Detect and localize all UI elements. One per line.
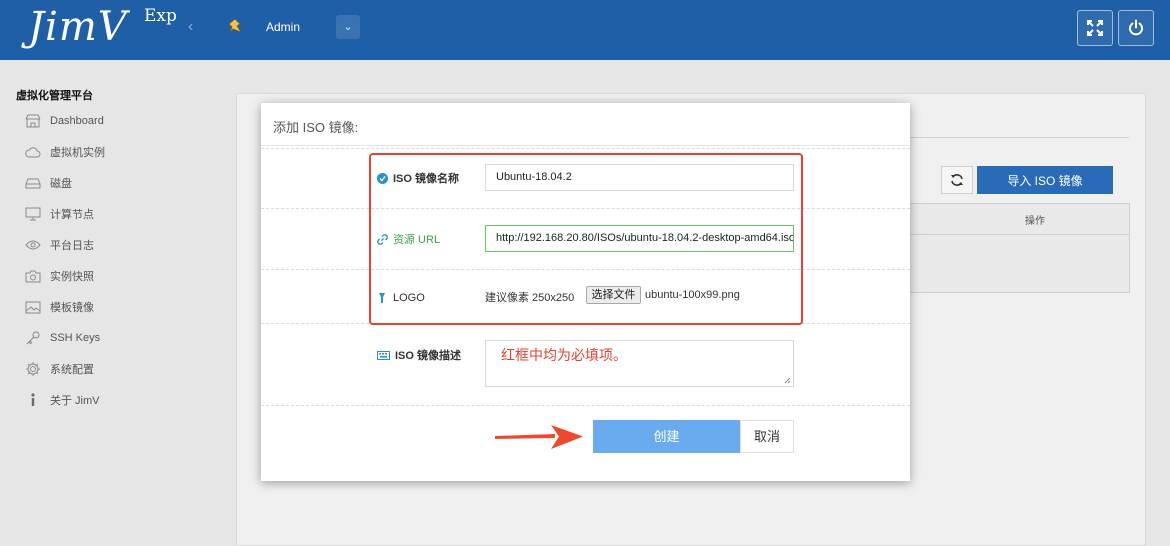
modal-title: 添加 ISO 镜像: (273, 120, 359, 135)
row-divider (261, 405, 910, 406)
annotation-arrow-icon (495, 425, 583, 449)
required-fields-highlight-box (369, 153, 803, 325)
row-divider (261, 148, 910, 149)
required-fields-annotation: 红框中均为必填项。 (501, 347, 627, 363)
iso-description-label: ISO 镜像描述 (376, 347, 461, 363)
keyboard-icon (376, 349, 390, 361)
modal-header-divider (261, 145, 910, 146)
add-iso-modal: 添加 ISO 镜像: ISO 镜像名称 Ubuntu-18.04.2 资源 UR… (261, 103, 910, 481)
cancel-button[interactable]: 取消 (740, 420, 794, 453)
resize-grip-icon[interactable] (784, 377, 791, 384)
create-button[interactable]: 创建 (593, 420, 740, 453)
